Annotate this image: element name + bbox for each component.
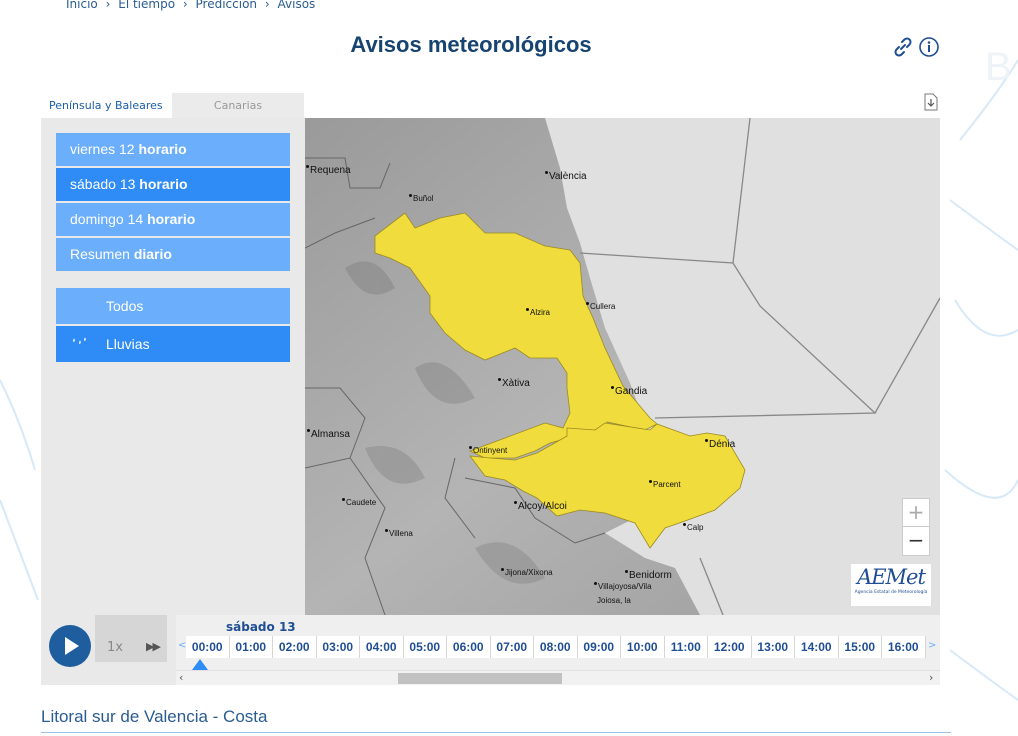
info-icon[interactable] xyxy=(918,36,940,58)
timeline-marker-icon[interactable] xyxy=(192,659,208,670)
timeline-hour[interactable]: 12:00 xyxy=(708,636,752,658)
day-label: domingo 14 xyxy=(70,211,144,227)
city-label: Gandia xyxy=(611,386,647,397)
breadcrumb-home[interactable]: Inicio xyxy=(66,0,98,11)
left-panel: viernes 12 horario sábado 13 horario dom… xyxy=(41,118,305,615)
timeline-hour[interactable]: 14:00 xyxy=(795,636,839,658)
link-icon[interactable] xyxy=(892,36,914,58)
svg-text:B: B xyxy=(985,45,1012,89)
speed-area xyxy=(95,615,167,662)
play-button[interactable] xyxy=(49,625,91,667)
day-label: sábado 13 xyxy=(70,176,136,192)
city-label: Almansa xyxy=(307,429,350,440)
timeline-day: sábado 13 xyxy=(226,620,296,634)
city-label: Cullera xyxy=(586,302,615,311)
region-divider xyxy=(41,732,951,733)
timeline-hour[interactable]: 05:00 xyxy=(403,636,447,658)
city-label: Dénia xyxy=(705,439,735,450)
tab-canarias[interactable]: Canarias xyxy=(172,93,304,118)
category-lluvias-button[interactable]: Lluvias xyxy=(56,326,290,362)
map-canvas xyxy=(305,118,940,615)
city-label: Parcent xyxy=(649,480,681,489)
day-mode: horario xyxy=(147,211,196,227)
timeline-hour[interactable]: 01:00 xyxy=(229,636,273,658)
city-label: Ontinyent xyxy=(469,446,507,455)
playback-controls: 1x ▶▶ xyxy=(41,615,180,685)
speed-label[interactable]: 1x xyxy=(107,640,123,655)
fast-forward-icon[interactable]: ▶▶ xyxy=(146,640,161,653)
timeline-hour[interactable]: 03:00 xyxy=(316,636,360,658)
timeline-hour[interactable]: 15:00 xyxy=(838,636,882,658)
breadcrumb-separator: › xyxy=(264,0,270,11)
title-icons xyxy=(892,36,940,58)
timeline-hour[interactable]: 10:00 xyxy=(621,636,665,658)
tab-peninsula[interactable]: Península y Baleares xyxy=(41,93,172,118)
timeline-hour[interactable]: 06:00 xyxy=(447,636,491,658)
summary-label: Resumen xyxy=(70,246,130,262)
city-label: Buñol xyxy=(409,194,433,203)
timeline-hour[interactable]: 02:00 xyxy=(273,636,317,658)
timeline-hour[interactable]: 11:00 xyxy=(664,636,708,658)
day-mode: horario xyxy=(138,141,187,157)
zoom-out-button[interactable]: − xyxy=(903,527,929,555)
timeline-hour[interactable]: 07:00 xyxy=(490,636,534,658)
city-label: València xyxy=(545,171,587,182)
zoom-in-button[interactable]: + xyxy=(903,499,929,527)
city-label: Requena xyxy=(306,165,351,176)
timeline-next-icon[interactable]: > xyxy=(928,640,936,651)
city-label: Villena xyxy=(385,529,413,538)
scroll-thumb[interactable] xyxy=(398,673,562,684)
warnings-map[interactable]: Requena València Buñol Alzira Cullera Xà… xyxy=(305,118,940,615)
timeline-hour[interactable]: 16:00 xyxy=(882,636,926,658)
aemet-logo: AEMet Agencia Estatal de Meteorología xyxy=(851,564,931,606)
timeline-hours: 00:00 01:00 02:00 03:00 04:00 05:00 06:00 07:00… xyxy=(186,636,926,658)
breadcrumb-separator: › xyxy=(182,0,188,11)
breadcrumb-forecast[interactable]: Predicción xyxy=(196,0,258,11)
zoom-control: + − xyxy=(902,498,930,556)
city-label: Calp xyxy=(683,523,703,532)
region-title: Litoral sur de Valencia - Costa xyxy=(41,707,268,726)
timeline-hour[interactable]: 04:00 xyxy=(360,636,404,658)
timeline-scrollbar[interactable]: ‹ › xyxy=(176,670,940,685)
timeline-hour[interactable]: 00:00 xyxy=(186,636,230,658)
timeline-hour[interactable]: 08:00 xyxy=(534,636,578,658)
summary-button[interactable]: Resumen diario xyxy=(56,238,290,271)
day-button-viernes[interactable]: viernes 12 horario xyxy=(56,133,290,166)
day-mode: horario xyxy=(139,176,188,192)
scroll-left-icon[interactable]: ‹ xyxy=(179,671,183,684)
timeline-hour[interactable]: 09:00 xyxy=(577,636,621,658)
breadcrumb-warnings[interactable]: Avisos xyxy=(278,0,316,11)
breadcrumb-weather[interactable]: El tiempo xyxy=(118,0,175,11)
page-title: Avisos meteorológicos xyxy=(350,32,592,57)
category-lluvias-label: Lluvias xyxy=(106,336,150,352)
timeline-hour[interactable]: 13:00 xyxy=(751,636,795,658)
day-button-domingo[interactable]: domingo 14 horario xyxy=(56,203,290,236)
scroll-right-icon[interactable]: › xyxy=(929,671,933,684)
city-label: Jijona/Xixona xyxy=(501,568,553,577)
city-label: Alcoy/Alcoi xyxy=(514,501,567,512)
day-label: viernes 12 xyxy=(70,141,135,157)
download-icon[interactable] xyxy=(923,93,939,111)
city-label: Benidorm xyxy=(625,570,672,581)
city-label: Alzira xyxy=(526,308,550,317)
breadcrumb-separator: › xyxy=(105,0,111,11)
breadcrumb: Inicio › El tiempo › Predicción › Avisos xyxy=(66,0,319,11)
region-tabs: Península y Baleares Canarias xyxy=(41,93,304,118)
city-label: Joiosa, la xyxy=(597,596,631,605)
summary-mode: diario xyxy=(133,246,172,262)
city-label: Xàtiva xyxy=(498,378,530,389)
city-label: Villajoyosa/Vila xyxy=(594,582,652,591)
category-todos-button[interactable]: Todos xyxy=(56,288,290,324)
city-label: Caudete xyxy=(342,498,376,507)
rain-icon xyxy=(73,337,86,344)
day-button-sabado[interactable]: sábado 13 horario xyxy=(56,168,290,201)
